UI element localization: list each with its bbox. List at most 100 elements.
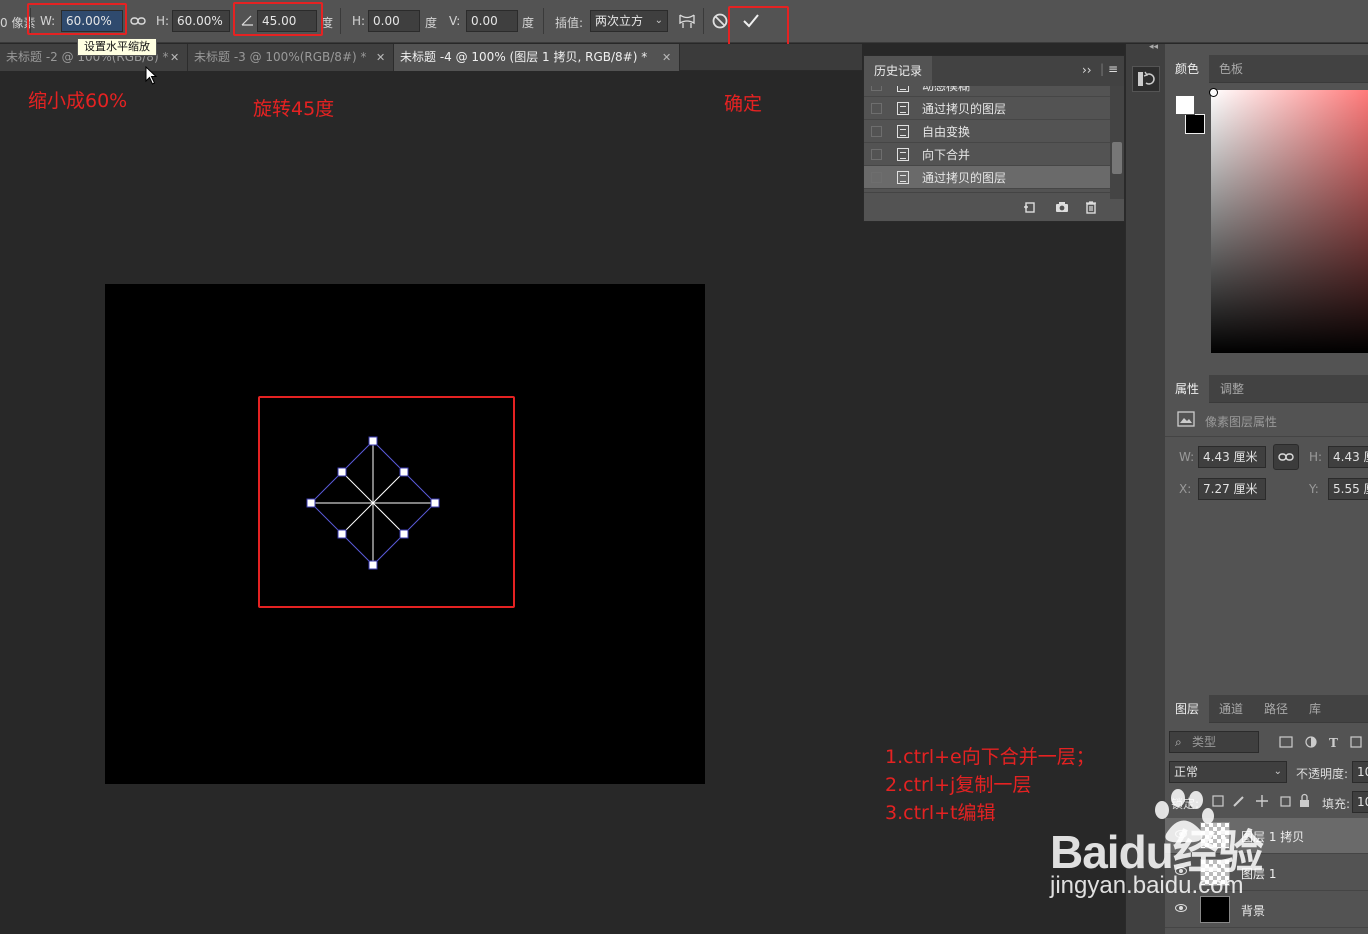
horizontal-skew-input[interactable]: 0.00	[368, 10, 420, 32]
annotation-step-2: 2.ctrl+j复制一层	[885, 774, 1032, 796]
annotation-confirm: 确定	[724, 93, 763, 115]
history-panel: 历史记录 ›› | ≡ 动感模糊 通过拷贝的图层 自由变换 向下合并 通过拷贝的…	[863, 55, 1125, 222]
prop-y-label: Y:	[1309, 482, 1319, 496]
history-item[interactable]: 向下合并	[864, 143, 1110, 166]
warp-mode-button[interactable]	[677, 11, 697, 31]
layer-filter-icons[interactable]: T	[1278, 734, 1368, 750]
document-icon	[897, 125, 909, 138]
history-brush-checkbox[interactable]	[871, 86, 882, 91]
transform-handle-top-left	[337, 467, 347, 477]
search-icon: ⌕	[1175, 735, 1182, 749]
tab-history[interactable]: 历史记录	[864, 56, 932, 86]
background-color-swatch[interactable]	[1185, 114, 1205, 134]
annotation-step-1: 1.ctrl+e向下合并一层；	[885, 746, 1095, 768]
doc-tab-label: 未标题 -4 @ 100% (图层 1 拷贝, RGB/8#) *	[400, 50, 648, 64]
history-panel-button[interactable]	[1132, 66, 1160, 92]
history-item-selected[interactable]: 通过拷贝的图层	[864, 166, 1110, 189]
transform-handle-bottom-right	[399, 529, 409, 539]
tab-channels[interactable]: 通道	[1209, 695, 1253, 723]
doc-tab-3[interactable]: 未标题 -3 @ 100%(RGB/8#) *	[188, 44, 394, 71]
tab-layers[interactable]: 图层	[1165, 695, 1210, 723]
close-icon[interactable]: ✕	[376, 44, 385, 71]
tab-swatches[interactable]: 色板	[1209, 55, 1253, 83]
cancel-transform-button[interactable]	[710, 11, 730, 31]
history-item-label: 通过拷贝的图层	[922, 171, 1007, 185]
new-document-from-state-icon[interactable]	[1022, 199, 1038, 215]
transform-handle-bottom	[368, 560, 378, 570]
tab-properties[interactable]: 属性	[1165, 375, 1210, 403]
history-item-label: 通过拷贝的图层	[922, 102, 1007, 116]
height-scale-input[interactable]: 60.00%	[172, 10, 230, 32]
document-icon	[897, 86, 909, 92]
transform-bounding-box[interactable]	[300, 430, 450, 580]
hskew-label: H:	[352, 14, 366, 28]
trash-icon[interactable]	[1083, 199, 1099, 215]
doc-tab-label: 未标题 -3 @ 100%(RGB/8#) *	[194, 50, 367, 64]
foreground-color-swatch[interactable]	[1175, 95, 1195, 115]
camera-icon[interactable]	[1054, 199, 1070, 215]
transform-handle-left	[306, 498, 316, 508]
history-scrollbar[interactable]	[1110, 86, 1124, 199]
layers-panel-tabs: 图层 通道 路径 库	[1165, 695, 1368, 723]
history-item[interactable]: 通过拷贝的图层	[864, 97, 1110, 120]
history-brush-checkbox[interactable]	[871, 172, 882, 183]
link-proportions-button[interactable]	[128, 11, 148, 31]
pixel-layer-icon	[1177, 411, 1195, 427]
layer-filter-select[interactable]: ⌕ 类型	[1169, 731, 1259, 753]
prop-y-field[interactable]: 5.55 厘米	[1328, 478, 1368, 500]
cancel-icon	[712, 13, 728, 29]
close-icon[interactable]: ✕	[662, 44, 671, 71]
tab-paths[interactable]: 路径	[1254, 695, 1298, 723]
document-icon	[897, 102, 909, 115]
prop-height-field[interactable]: 4.43 厘米	[1328, 446, 1368, 468]
close-icon[interactable]: ✕	[170, 44, 179, 71]
collapse-icon[interactable]: ››	[1082, 63, 1092, 77]
history-item-label: 向下合并	[922, 148, 971, 162]
history-icon	[1138, 71, 1155, 86]
chevron-down-icon: ⌄	[654, 15, 663, 26]
blend-mode-value: 正常	[1174, 765, 1199, 779]
tab-adjustments[interactable]: 调整	[1210, 375, 1254, 403]
tab-color[interactable]: 颜色	[1165, 55, 1210, 83]
chevron-down-icon: ⌄	[1273, 766, 1282, 777]
prop-width-field[interactable]: 4.43 厘米	[1198, 446, 1266, 468]
history-brush-checkbox[interactable]	[871, 103, 882, 114]
history-brush-checkbox[interactable]	[871, 126, 882, 137]
baidu-watermark: Baidu经验 jingyan.baidu.com	[1040, 780, 1360, 910]
prop-x-label: X:	[1179, 482, 1192, 496]
annotation-step-3: 3.ctrl+t编辑	[885, 802, 996, 824]
scrollbar-thumb[interactable]	[1112, 142, 1122, 174]
separator	[543, 8, 544, 34]
tooltip: 设置水平缩放	[77, 38, 157, 56]
prop-x-field[interactable]: 7.27 厘米	[1198, 478, 1266, 500]
tab-libraries[interactable]: 库	[1299, 695, 1331, 723]
height-label: H:	[156, 14, 170, 28]
interpolation-value: 两次立方	[595, 14, 644, 28]
transform-handle-top-right	[399, 467, 409, 477]
transform-handle-top	[368, 436, 378, 446]
doc-tab-4[interactable]: 未标题 -4 @ 100% (图层 1 拷贝, RGB/8#) *	[394, 44, 680, 71]
vertical-skew-input[interactable]: 0.00	[466, 10, 518, 32]
annotation-rotate: 旋转45度	[253, 98, 335, 120]
panel-menu-icon[interactable]: ≡	[1108, 62, 1118, 76]
hskew-unit: 度	[425, 16, 438, 30]
options-bar: 0 像素 W: 60.00% H: 60.00% 45.00 度 H: 0.00…	[0, 0, 1368, 43]
history-item[interactable]: 动感模糊	[864, 86, 1110, 97]
document-icon	[897, 148, 909, 161]
prop-link-button[interactable]	[1273, 444, 1299, 470]
history-item-label: 动感模糊	[922, 86, 971, 93]
history-brush-checkbox[interactable]	[871, 149, 882, 160]
color-picker-cursor[interactable]	[1209, 88, 1218, 97]
annotation-box-angle	[233, 2, 323, 36]
color-picker-field[interactable]	[1211, 90, 1368, 353]
annotation-box-confirm	[728, 6, 789, 49]
separator	[340, 8, 341, 34]
interpolation-select[interactable]: 两次立方 ⌄	[590, 10, 668, 32]
history-item[interactable]: 自由变换	[864, 120, 1110, 143]
history-item-label: 自由变换	[922, 125, 971, 139]
layer-filter-value: 类型	[1192, 735, 1217, 749]
prop-h-label: H:	[1309, 450, 1323, 464]
collapse-dock-icon[interactable]: ◂◂	[1149, 42, 1158, 52]
prop-w-label: W:	[1179, 450, 1195, 464]
properties-subtitle: 像素图层属性	[1205, 415, 1278, 429]
